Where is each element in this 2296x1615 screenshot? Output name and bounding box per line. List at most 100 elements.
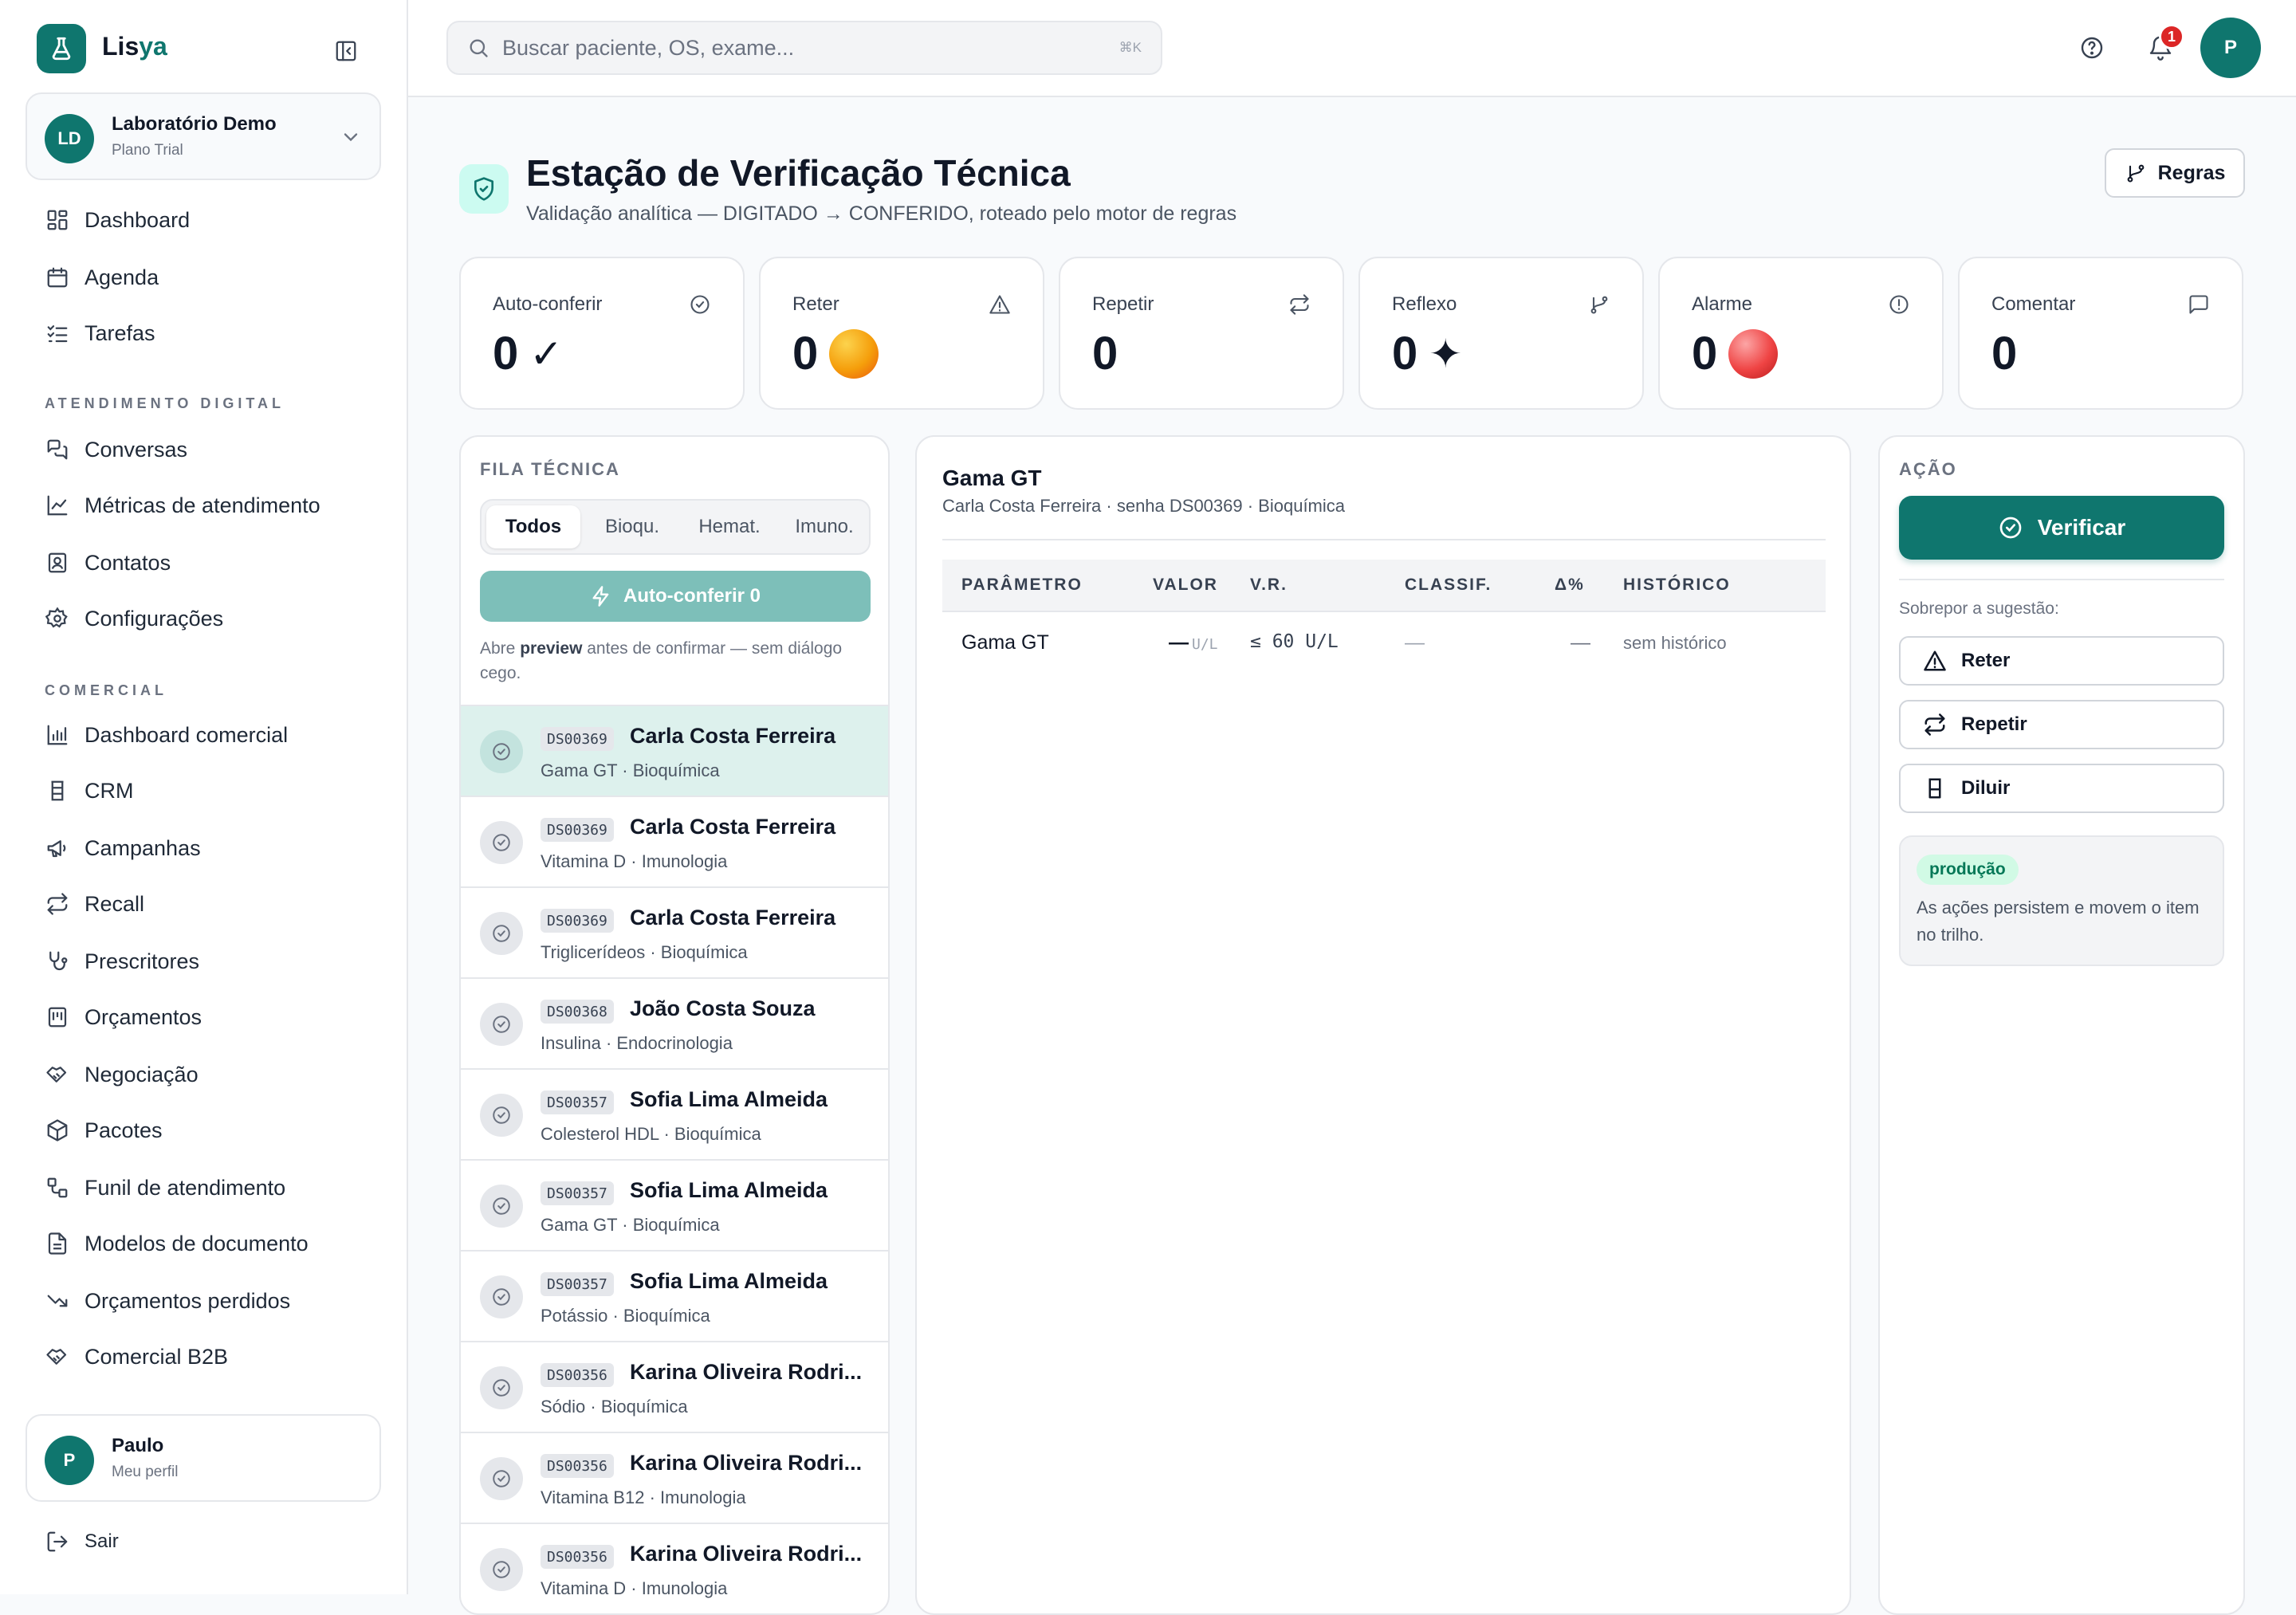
queue-item[interactable]: DS00356 Karina Oliveira Rodri... Vitamina … (461, 1432, 888, 1523)
org-name: Laboratório Demo (112, 113, 277, 135)
repetir-button[interactable]: Repetir (1899, 700, 2224, 749)
search-box[interactable]: ⌘K (446, 21, 1162, 75)
tab-hematologia[interactable]: Hemat. (682, 505, 776, 548)
check-circle-icon[interactable] (480, 1094, 523, 1137)
patient-name: Karina Oliveira Rodri... (630, 1451, 863, 1475)
stat-reter[interactable]: Reter 0 (759, 257, 1044, 410)
nav-tarefas[interactable]: Tarefas (45, 317, 155, 349)
queue-item[interactable]: DS00357 Sofia Lima Almeida Potássio · Bioq… (461, 1250, 888, 1341)
user-profile-card[interactable]: P Paulo Meu perfil (26, 1414, 381, 1502)
diluir-button[interactable]: Diluir (1899, 764, 2224, 813)
nav-recall[interactable]: Recall (45, 888, 144, 920)
divider (1899, 579, 2224, 580)
nav-campanhas[interactable]: Campanhas (45, 832, 201, 864)
col-delta: Δ% (1555, 576, 1585, 594)
nav-label: Orçamentos (85, 1004, 202, 1029)
stat-value: 0 (1692, 328, 1718, 379)
nav-orcamentos[interactable]: Orçamentos (45, 1001, 202, 1033)
search-input[interactable] (502, 35, 1076, 61)
queue-hint: Abre preview antes de confirmar — sem di… (480, 639, 843, 682)
queue-item[interactable]: DS00357 Sofia Lima Almeida Colesterol HDL … (461, 1068, 888, 1159)
check-circle-icon[interactable] (480, 1275, 523, 1318)
stat-alarme[interactable]: Alarme 0 (1658, 257, 1944, 410)
nav-negociacao[interactable]: Negociação (45, 1059, 199, 1090)
org-switcher[interactable]: LD Laboratório Demo Plano Trial (26, 92, 381, 180)
stat-label: Comentar (1991, 293, 2076, 315)
col-parametro: PARÂMETRO (961, 576, 1083, 594)
nav-dashboard-comercial[interactable]: Dashboard comercial (45, 719, 288, 751)
nav-configuracoes[interactable]: Configurações (45, 603, 223, 635)
exam-info: Triglicerídeos · Bioquímica (541, 942, 748, 962)
nav-agenda[interactable]: Agenda (45, 261, 159, 293)
check-circle-icon[interactable] (480, 1185, 523, 1228)
queue-item[interactable]: DS00368 João Costa Souza Insulina · Endocr… (461, 977, 888, 1068)
check-circle-icon[interactable] (480, 912, 523, 955)
order-code: DS00356 (541, 1454, 614, 1478)
repeat-icon (1923, 713, 1947, 737)
cell-delta: — (1571, 631, 1590, 654)
queue-item[interactable]: DS00369 Carla Costa Ferreira Vitamina D · … (461, 796, 888, 886)
sidebar: Lisya LD Laboratório Demo Plano Trial Da… (0, 0, 408, 1594)
stat-comentar[interactable]: Comentar 0 (1958, 257, 2243, 410)
check-circle-icon[interactable] (480, 730, 523, 773)
order-code: DS00357 (541, 1090, 614, 1114)
queue-item[interactable]: DS00369 Carla Costa Ferreira Gama GT · Bio… (461, 705, 888, 796)
rules-button[interactable]: Regras (2105, 148, 2245, 198)
auto-conferir-button[interactable]: Auto-conferir 0 (480, 571, 871, 622)
stat-label: Auto-conferir (493, 293, 603, 315)
check-circle-icon[interactable] (480, 1548, 523, 1591)
stat-value: 0 (1092, 328, 1119, 379)
org-plan: Plano Trial (112, 142, 183, 159)
logout-button[interactable]: Sair (45, 1526, 119, 1558)
nav-contatos[interactable]: Contatos (45, 547, 171, 579)
nav-label: Métricas de atendimento (85, 493, 320, 517)
queue-item[interactable]: DS00356 Karina Oliveira Rodri... Vitamina … (461, 1523, 888, 1613)
patient-name: Sofia Lima Almeida (630, 1087, 828, 1111)
check-circle-icon[interactable] (480, 821, 523, 864)
nav-metricas[interactable]: Métricas de atendimento (45, 489, 320, 521)
nav-orcamentos-perdidos[interactable]: Orçamentos perdidos (45, 1285, 290, 1317)
megaphone-icon (45, 835, 70, 861)
stat-label: Reter (792, 293, 839, 315)
contact-icon (45, 550, 70, 576)
queue-item[interactable]: DS00369 Carla Costa Ferreira Triglicerídeo… (461, 886, 888, 977)
tab-bioquimica[interactable]: Bioqu. (585, 505, 679, 548)
queue-item[interactable]: DS00356 Karina Oliveira Rodri... Sódio · B… (461, 1341, 888, 1432)
check-circle-icon[interactable] (480, 1003, 523, 1046)
stat-label: Reflexo (1392, 293, 1457, 315)
queue-panel: FILA TÉCNICA Todos Bioqu. Hemat. Imuno. … (459, 435, 890, 1615)
order-code: DS00356 (541, 1545, 614, 1569)
nav-modelos[interactable]: Modelos de documento (45, 1228, 309, 1259)
tab-imunologia[interactable]: Imuno. (780, 505, 869, 548)
stat-auto-conferir[interactable]: Auto-conferir 0 ✓ (459, 257, 745, 410)
gear-icon (45, 606, 70, 631)
stat-label: Repetir (1092, 293, 1154, 315)
divider (942, 539, 1826, 540)
check-circle-icon[interactable] (480, 1366, 523, 1409)
nav-funil[interactable]: Funil de atendimento (45, 1172, 285, 1204)
section-label-comercial: COMERCIAL (45, 682, 167, 698)
stat-label: Alarme (1692, 293, 1753, 315)
check-circle-icon[interactable] (480, 1457, 523, 1500)
reter-button[interactable]: Reter (1899, 636, 2224, 686)
beaker-icon (1923, 776, 1947, 800)
queue-item[interactable]: DS00357 Sofia Lima Almeida Gama GT · Bioqu… (461, 1159, 888, 1250)
nav-pacotes[interactable]: Pacotes (45, 1114, 163, 1146)
verify-button[interactable]: Verificar (1899, 496, 2224, 560)
collapse-sidebar-icon[interactable] (330, 35, 362, 67)
nav-label: Orçamentos perdidos (85, 1288, 291, 1313)
nav-label: Comercial B2B (85, 1344, 229, 1369)
stat-repetir[interactable]: Repetir 0 (1059, 257, 1344, 410)
help-icon[interactable] (2074, 30, 2109, 65)
section-label-digital: ATENDIMENTO DIGITAL (45, 395, 285, 411)
nav-conversas[interactable]: Conversas (45, 434, 187, 466)
stat-reflexo[interactable]: Reflexo 0 ✦ (1358, 257, 1644, 410)
user-avatar-button[interactable]: P (2200, 18, 2261, 78)
nav-comercial-b2b[interactable]: Comercial B2B (45, 1341, 228, 1373)
nav-label: Negociação (85, 1062, 199, 1086)
tab-todos[interactable]: Todos (486, 505, 580, 548)
nav-prescritores[interactable]: Prescritores (45, 945, 199, 977)
nav-dashboard[interactable]: Dashboard (45, 204, 190, 236)
crm-icon (45, 778, 70, 804)
nav-crm[interactable]: CRM (45, 775, 134, 807)
